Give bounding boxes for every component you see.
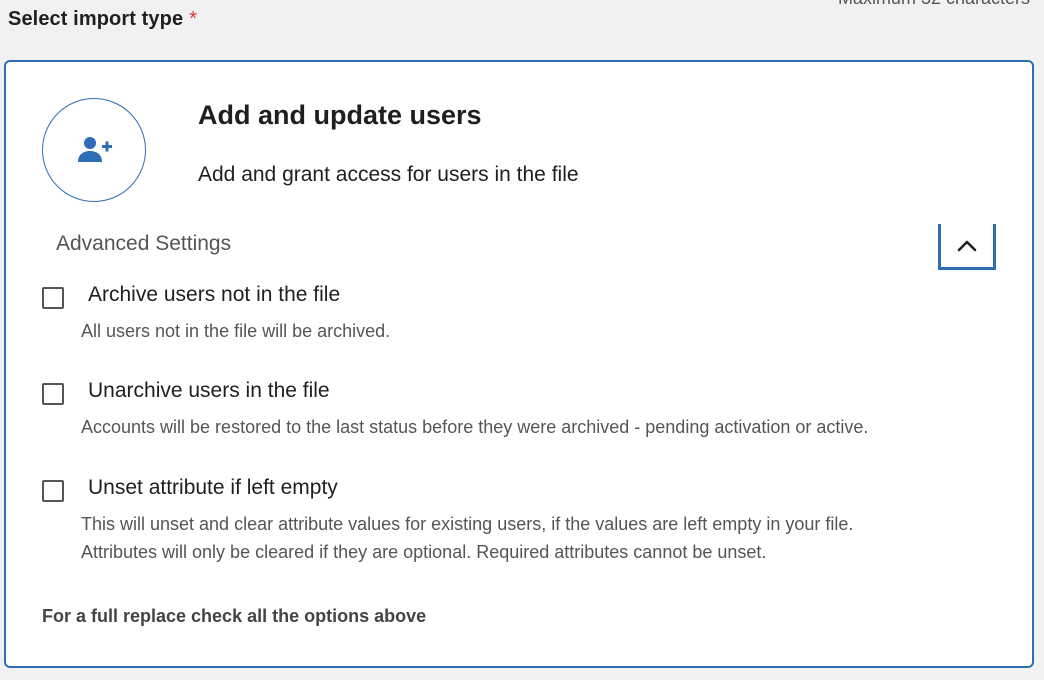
field-label-text: Select import type (8, 8, 184, 30)
character-limit-hint: Maximum 32 characters (838, 0, 1030, 9)
import-type-icon-circle (42, 98, 146, 202)
option-title: Archive users not in the file (88, 283, 341, 306)
option-description: This will unset and clear attribute valu… (81, 510, 853, 566)
option-description: All users not in the file will be archiv… (81, 317, 390, 345)
archive-users-checkbox[interactable] (42, 287, 64, 309)
option-description-line: This will unset and clear attribute valu… (81, 514, 854, 534)
option-description-line: Accounts will be restored to the last st… (81, 417, 869, 437)
option-description-line: All users not in the file will be archiv… (81, 321, 391, 341)
user-plus-icon (78, 137, 112, 162)
option-title: Unarchive users in the file (88, 379, 330, 402)
option-description: Accounts will be restored to the last st… (81, 413, 868, 441)
import-type-description: Add and grant access for users in the fi… (198, 163, 579, 186)
import-type-card[interactable]: Add and update users Add and grant acces… (4, 60, 1034, 668)
field-label: Select import type * (8, 8, 197, 31)
import-settings-page: Select import type* Maximum 32 character… (0, 0, 1044, 680)
advanced-settings-toggle-button[interactable] (938, 224, 996, 270)
advanced-settings-label: Advanced Settings (56, 232, 232, 255)
required-mark: * (189, 8, 198, 30)
option-description-line: Attributes will only be cleared if they … (81, 542, 767, 562)
chevron-up-icon (957, 240, 977, 251)
unarchive-users-checkbox[interactable] (42, 383, 64, 405)
import-type-title: Add and update users (198, 100, 482, 130)
unset-attribute-checkbox[interactable] (42, 480, 64, 502)
full-replace-note: For a full replace check all the options… (42, 606, 427, 626)
option-title: Unset attribute if left empty (88, 476, 338, 499)
